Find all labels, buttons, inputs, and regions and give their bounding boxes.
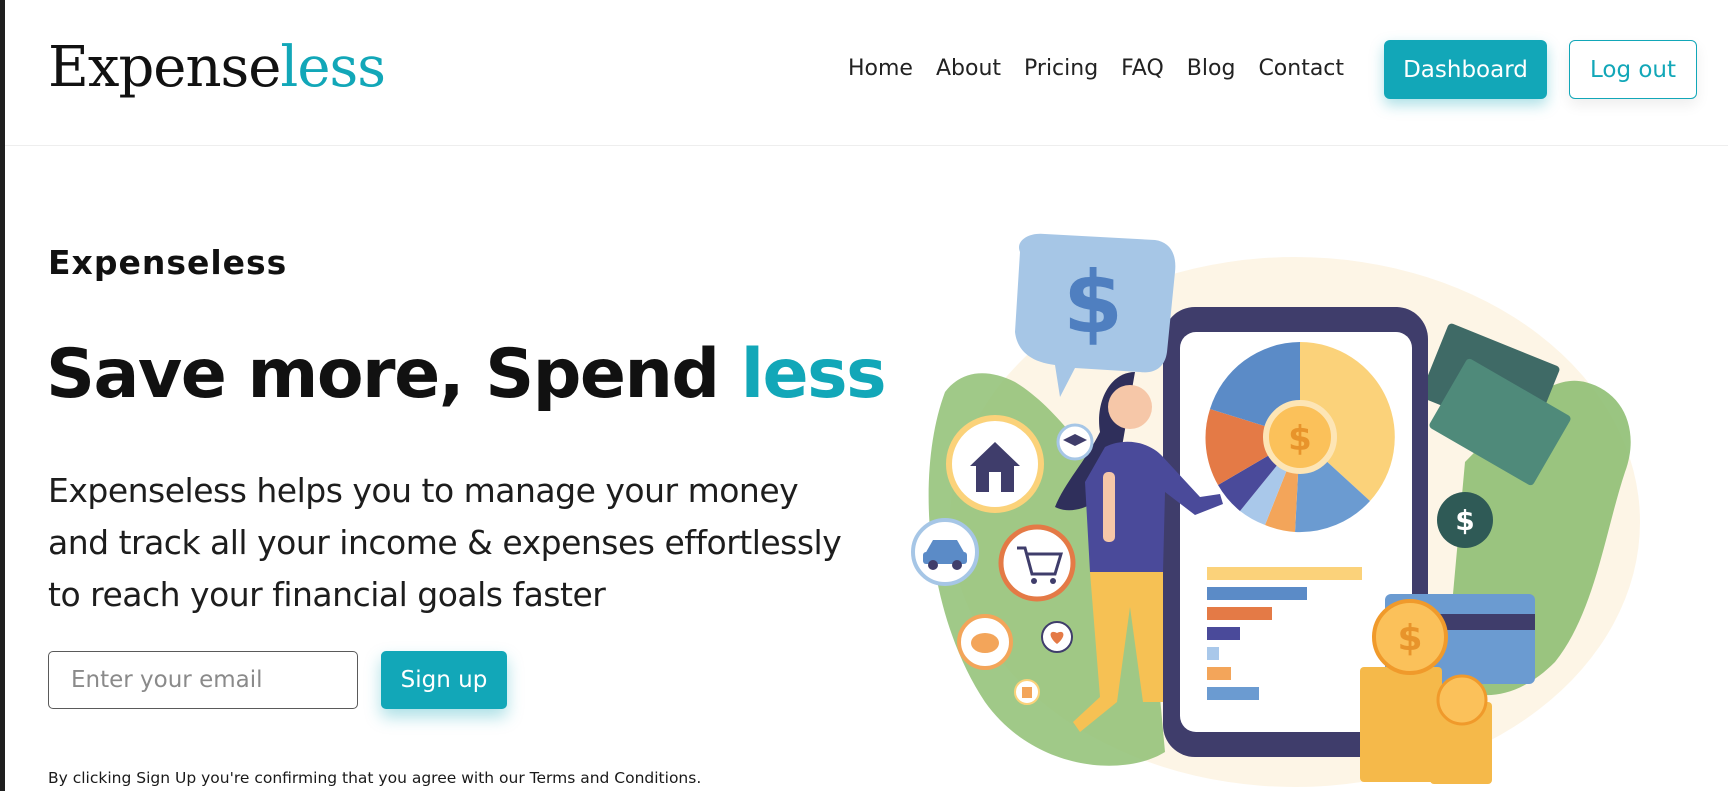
coin-dollar-glyph: $: [1397, 618, 1422, 659]
bubble-dollar-glyph: $: [1063, 253, 1123, 353]
headline-accent: less: [740, 335, 887, 414]
nav-about[interactable]: About: [936, 53, 1001, 85]
pie-chart-graphic: $: [1205, 342, 1395, 533]
heart-icon: [1041, 621, 1073, 653]
site-header: Expenseless Home About Pricing FAQ Blog …: [5, 0, 1728, 146]
hero-description: Expenseless helps you to manage your mon…: [48, 471, 842, 614]
hero-illustration: $ $ $ $: [911, 233, 1640, 787]
nav-pricing[interactable]: Pricing: [1024, 53, 1098, 85]
nav-blog[interactable]: Blog: [1187, 53, 1236, 85]
logo-accent-text: less: [280, 35, 386, 100]
house-icon: [946, 415, 1044, 513]
piggy-bank-icon: [957, 614, 1013, 670]
jar-icon: [1014, 679, 1040, 705]
pie-center-dollar: $: [1288, 419, 1312, 459]
graduation-cap-icon: [1056, 423, 1094, 461]
logout-button[interactable]: Log out: [1569, 40, 1697, 99]
hero-eyebrow: Expenseless: [48, 243, 288, 282]
nav-faq[interactable]: FAQ: [1121, 53, 1164, 85]
car-icon: [911, 518, 979, 586]
banknote-dollar-glyph: $: [1455, 504, 1474, 537]
hero-headline: Save more, Spend less: [46, 335, 887, 414]
nav-contact[interactable]: Contact: [1258, 53, 1344, 85]
signup-button[interactable]: Sign up: [381, 651, 507, 709]
main-nav: Home About Pricing FAQ Blog Contact: [848, 53, 1367, 85]
headline-main: Save more, Spend: [46, 335, 741, 414]
site-logo[interactable]: Expenseless: [48, 30, 386, 106]
terms-notice: By clicking Sign Up you're confirming th…: [48, 769, 702, 787]
dashboard-button[interactable]: Dashboard: [1384, 40, 1547, 99]
email-input[interactable]: [48, 651, 358, 709]
nav-home[interactable]: Home: [848, 53, 913, 85]
logo-main-text: Expense: [48, 35, 281, 100]
shopping-cart-icon: [998, 524, 1076, 602]
